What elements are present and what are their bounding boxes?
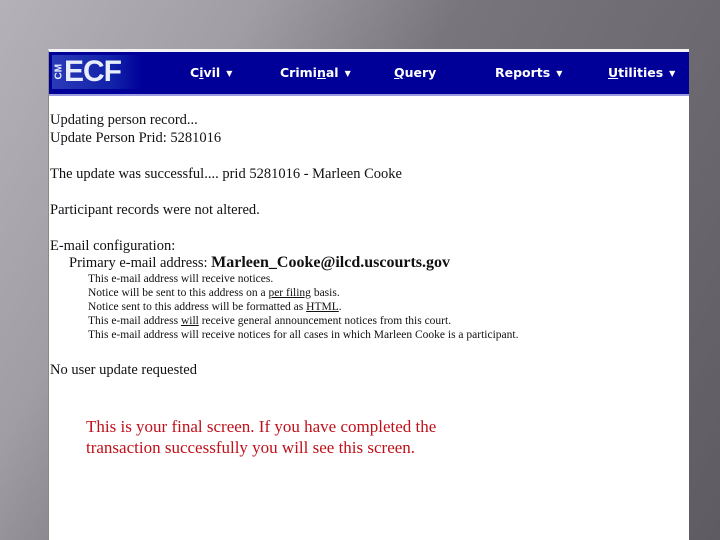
menu-reports[interactable]: Reports ▼ <box>495 52 562 94</box>
menu-label: vil <box>203 65 221 80</box>
updating-status: Updating person record... <box>50 112 198 128</box>
menu-accesskey: U <box>608 65 619 80</box>
no-user-update: No user update requested <box>50 362 197 378</box>
notice-line: Notice sent to this address will be form… <box>88 301 342 313</box>
notice-line: This e-mail address will receive notices… <box>88 329 519 341</box>
caret-down-icon: ▼ <box>226 69 233 78</box>
primary-email-value: Marleen_Cooke@ilcd.uscourts.gov <box>211 254 450 271</box>
menu-label: al <box>325 65 339 80</box>
notice-text: Notice will be sent to this address on a <box>88 287 269 299</box>
notice-line: Notice will be sent to this address on a… <box>88 287 340 299</box>
menu-accesskey: n <box>316 65 326 80</box>
caret-down-icon: ▼ <box>344 69 351 78</box>
caret-down-icon: ▼ <box>556 69 563 78</box>
email-config-heading: E-mail configuration: <box>50 238 176 254</box>
html-format-link[interactable]: HTML <box>306 301 339 313</box>
announcement-will-link[interactable]: will <box>181 315 199 327</box>
tutorial-annotation: This is your final screen. If you have c… <box>86 416 436 458</box>
notice-text: Notice sent to this address will be form… <box>88 301 307 313</box>
notice-text: receive general announcement notices fro… <box>198 315 452 327</box>
update-prid: Update Person Prid: 5281016 <box>50 130 222 146</box>
menu-accesskey: Q <box>394 65 405 80</box>
notice-text: basis. <box>310 287 340 299</box>
cmecf-navbar: CM ECF Civil ▼ Criminal ▼ Query Reports ▼ U… <box>49 52 689 96</box>
menu-label: Reports <box>495 65 551 80</box>
per-filing-link[interactable]: per filing <box>268 287 310 299</box>
annotation-line: This is your final screen. If you have c… <box>86 417 437 436</box>
cmecf-logo[interactable]: CM ECF <box>52 55 142 89</box>
menu-label: tilities <box>618 65 664 80</box>
menu-utilities[interactable]: Utilities ▼ <box>608 52 675 94</box>
notice-text: This e-mail address <box>88 315 181 327</box>
notice-line: This e-mail address will receive notices… <box>88 273 274 285</box>
menu-query[interactable]: Query <box>394 52 436 94</box>
annotation-line: transaction successfully you will see th… <box>86 438 416 457</box>
success-message: The update was successful.... prid 52810… <box>50 166 402 182</box>
notice-line: This e-mail address will receive general… <box>88 315 451 327</box>
caret-down-icon: ▼ <box>669 69 676 78</box>
browser-window: CM ECF Civil ▼ Criminal ▼ Query Reports ▼ U… <box>48 49 689 540</box>
primary-email-label: Primary e-mail address: <box>69 255 212 271</box>
logo-cm-text: CM <box>53 63 65 79</box>
notice-text: . <box>338 301 342 313</box>
primary-email-row: Primary e-mail address: Marleen_Cooke@il… <box>69 254 450 272</box>
menu-civil[interactable]: Civil ▼ <box>190 52 232 94</box>
menu-label: uery <box>404 65 437 80</box>
menu-criminal[interactable]: Criminal ▼ <box>280 52 351 94</box>
logo-ecf-text: ECF <box>64 55 122 88</box>
menu-label: Crimi <box>280 65 317 80</box>
menu-label: C <box>190 65 200 80</box>
participant-message: Participant records were not altered. <box>50 202 260 218</box>
